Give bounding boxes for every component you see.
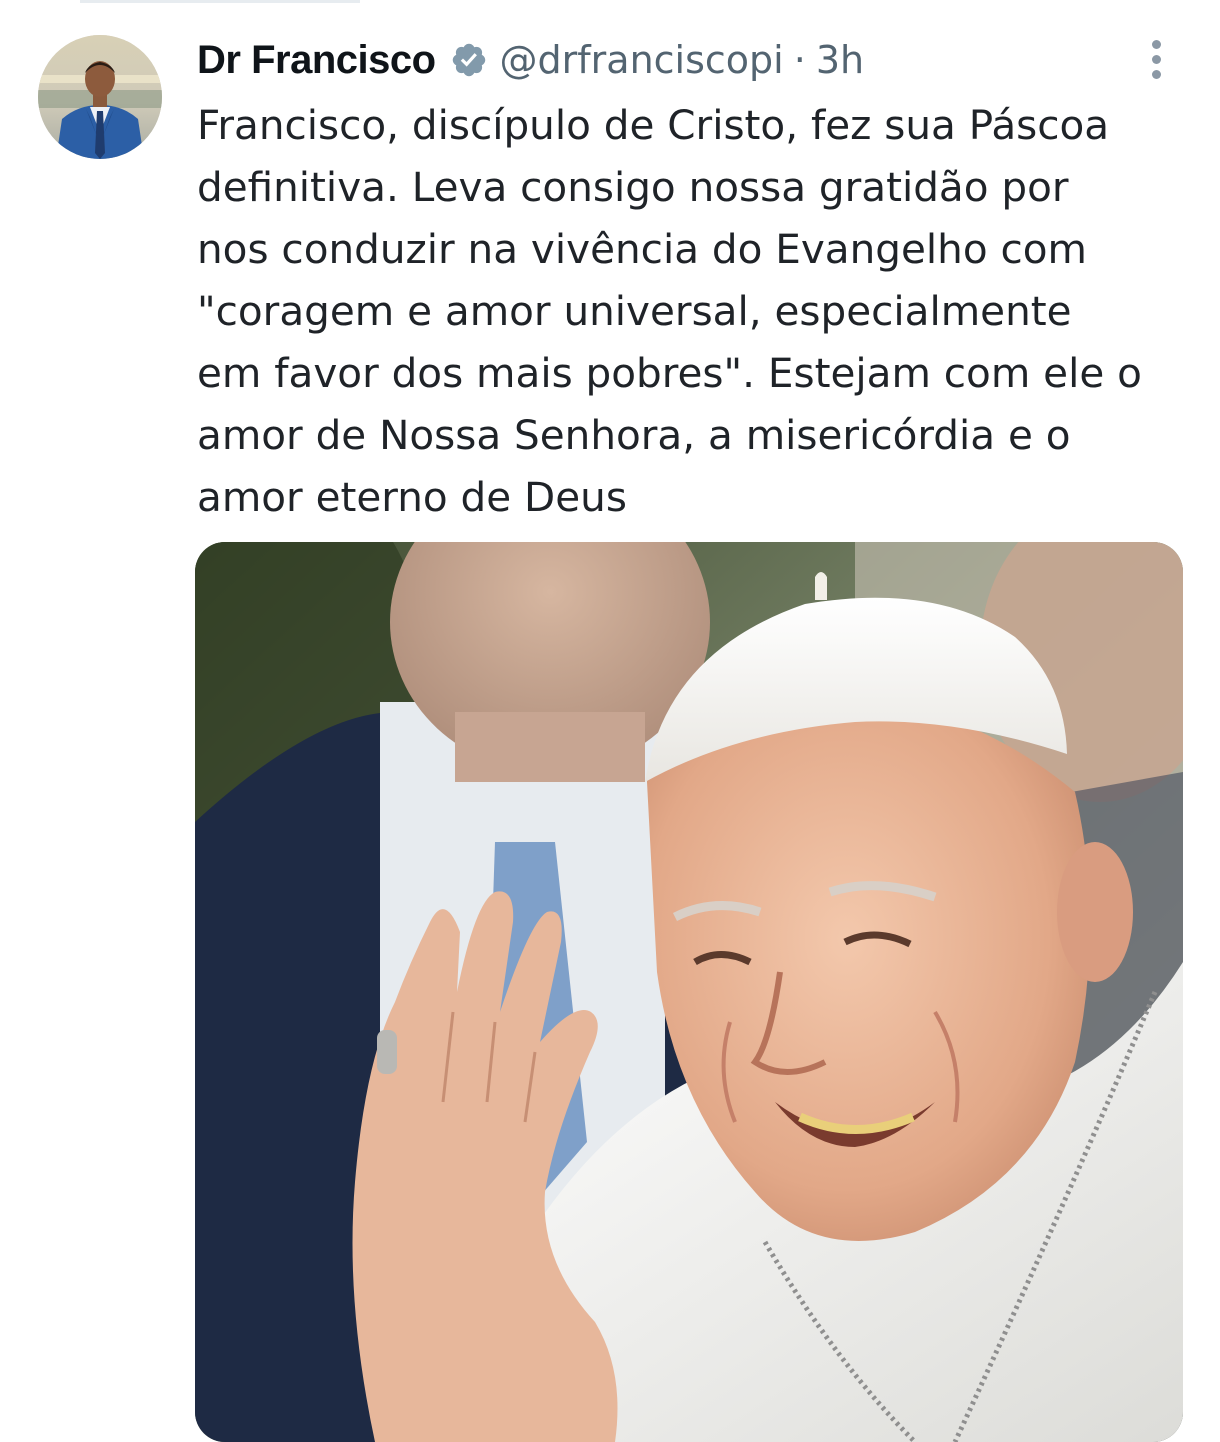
tweet-photo[interactable] (195, 542, 1183, 1442)
more-options-icon[interactable] (1146, 38, 1166, 82)
verified-badge-icon (450, 41, 488, 79)
tweet[interactable]: Dr Francisco @drfranciscopi · 3h Francis… (0, 0, 1220, 1442)
tweet-text: Francisco, discípulo de Cristo, fez sua … (197, 101, 1142, 521)
author-handle[interactable]: @drfranciscopi (500, 38, 784, 82)
tweet-timestamp[interactable]: 3h (816, 38, 864, 82)
author-display-name[interactable]: Dr Francisco (197, 38, 436, 83)
author-avatar[interactable] (38, 35, 162, 159)
separator-dot: · (793, 38, 806, 82)
tweet-header: Dr Francisco @drfranciscopi · 3h (197, 30, 864, 90)
